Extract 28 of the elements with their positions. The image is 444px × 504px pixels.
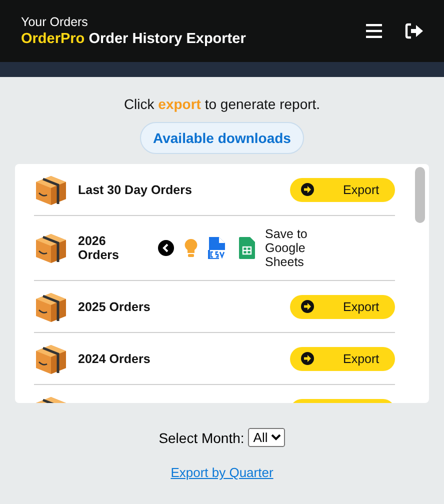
month-select[interactable]: All [248,428,286,447]
export-button[interactable]: Export [290,178,395,202]
export-button[interactable]: Export [290,294,395,318]
package-icon [34,290,68,322]
order-period-label: 2025 Orders [78,300,150,314]
scrollbar-thumb[interactable] [415,167,425,223]
spreadsheet-icon[interactable] [239,237,255,259]
order-period-label: 2024 Orders [78,352,150,366]
header-subtitle: Your Orders [21,15,89,29]
back-icon[interactable] [158,240,174,256]
brand-name: OrderPro [21,31,85,47]
month-label: Select Month: [158,430,244,446]
instruction-text: Click export to generate report. [124,96,320,112]
order-period-label: Last 30 Day Orders [78,182,192,196]
export-button[interactable]: Export [290,346,395,370]
package-icon [34,174,68,206]
arrow-circle-icon [301,300,314,313]
available-downloads-button[interactable]: Available downloads [140,122,304,154]
menu-icon[interactable] [366,24,382,38]
order-period-label: 2026 Orders [78,234,120,262]
package-icon [34,232,68,264]
app-title: Order History Exporter [88,31,246,47]
logout-icon[interactable] [405,23,424,39]
package-icon [34,342,68,374]
save-to-sheets-link[interactable]: Save to Google Sheets [265,227,347,269]
export-by-quarter-link[interactable]: Export by Quarter [170,465,274,480]
arrow-circle-icon [301,352,314,365]
arrow-circle-icon [301,183,314,196]
